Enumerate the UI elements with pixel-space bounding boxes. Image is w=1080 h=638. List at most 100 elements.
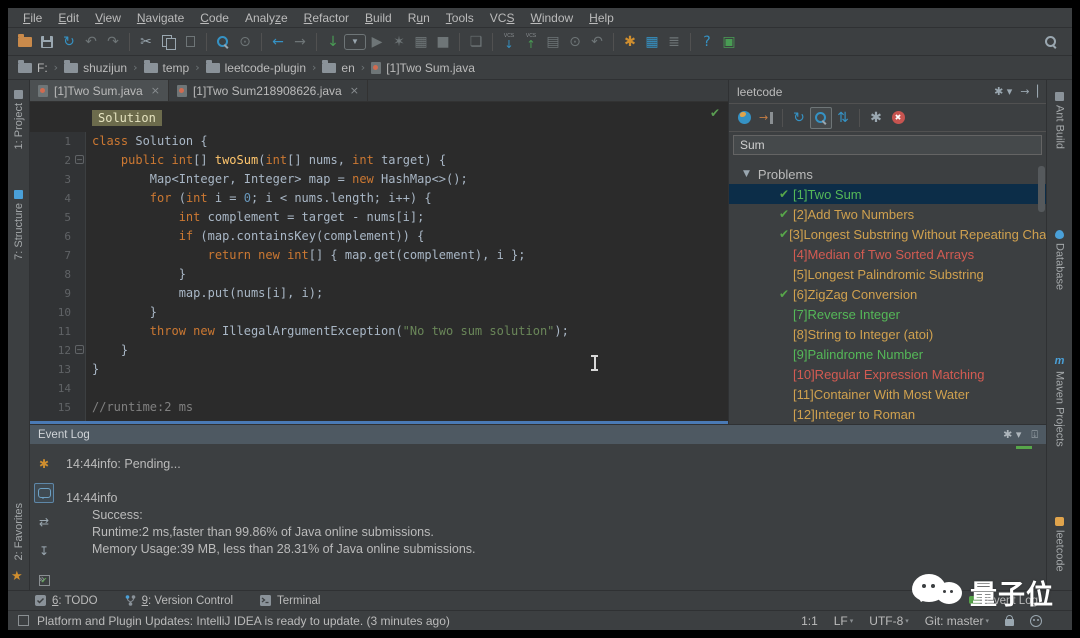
code-editor[interactable]: [1]Two Sum.java × [1]Two Sum218908626.java… xyxy=(30,80,728,424)
toolwindow-version-control[interactable]: 9: Version Control xyxy=(124,594,233,607)
event-log-content[interactable]: 14:44info: Pending... 14:44info Success: Ru… xyxy=(58,444,1046,590)
problem-row-7[interactable]: [7]Reverse Integer xyxy=(729,304,1046,324)
problem-row-10[interactable]: [10]Regular Expression Matching xyxy=(729,364,1046,384)
problem-row-5[interactable]: [5]Longest Palindromic Substring xyxy=(729,264,1046,284)
fold-icon[interactable]: – xyxy=(75,155,84,164)
open-folder-icon[interactable] xyxy=(14,31,36,53)
leetcode-login-icon[interactable]: → xyxy=(755,107,777,129)
pin-window-icon[interactable]: ❏ xyxy=(465,31,487,53)
cut-icon[interactable]: ✂ xyxy=(135,31,157,53)
breadcrumb-item-temp[interactable]: temp xyxy=(143,59,189,75)
sidebar-item-structure[interactable]: 7: Structure xyxy=(8,190,29,260)
redo-icon[interactable]: ↷ xyxy=(102,31,124,53)
problem-row-11[interactable]: [11]Container With Most Water xyxy=(729,384,1046,404)
synchronize-icon[interactable]: ↻ xyxy=(58,31,80,53)
tab-close-icon[interactable]: × xyxy=(151,84,160,97)
leetcode-search-input[interactable]: Sum xyxy=(733,135,1042,155)
event-log-gear-icon[interactable]: ✱ ▾ xyxy=(1003,428,1021,441)
menu-run[interactable]: Run xyxy=(401,9,437,27)
problem-row-4[interactable]: [4]Median of Two Sorted Arrays xyxy=(729,244,1046,264)
android-sync-icon[interactable]: ▣ xyxy=(718,31,740,53)
problem-row-8[interactable]: [8]String to Integer (atoi) xyxy=(729,324,1046,344)
menu-tools[interactable]: Tools xyxy=(439,9,481,27)
menu-window[interactable]: Window xyxy=(523,9,580,27)
save-all-icon[interactable] xyxy=(36,31,58,53)
problem-row-12[interactable]: [12]Integer to Roman xyxy=(729,404,1046,424)
search-everywhere-icon[interactable] xyxy=(1040,31,1062,53)
event-log-diff-icon[interactable]: ⇄ xyxy=(34,512,54,532)
leetcode-settings-icon[interactable]: ✱ xyxy=(865,107,887,129)
vcs-commit-icon[interactable]: VCS ↑ xyxy=(520,31,542,53)
problem-row-3[interactable]: ✔ [3]Longest Substring Without Repeating … xyxy=(729,224,1046,244)
event-log-header[interactable]: Event Log ✱ ▾ ⍗ xyxy=(30,425,1046,444)
toolwindow-ant-build[interactable]: Ant Build xyxy=(1047,92,1072,149)
sidebar-item-project[interactable]: 1: Project xyxy=(8,90,29,149)
coverage-icon[interactable]: ▦ xyxy=(410,31,432,53)
run-config-selector[interactable]: ▼ xyxy=(344,31,366,53)
vcs-update-icon[interactable]: VCS ↓ xyxy=(498,31,520,53)
undo-icon[interactable]: ↶ xyxy=(80,31,102,53)
event-log-messages-icon[interactable] xyxy=(34,483,54,503)
shelve-icon[interactable]: ▤ xyxy=(542,31,564,53)
leetcode-navigator-icon[interactable] xyxy=(733,107,755,129)
status-message[interactable]: Platform and Plugin Updates: IntelliJ ID… xyxy=(37,614,450,628)
project-structure-icon[interactable]: ▦ xyxy=(641,31,663,53)
breadcrumb-item-f[interactable]: F: xyxy=(18,59,48,75)
rollback-icon[interactable]: ↶ xyxy=(586,31,608,53)
tab-close-icon[interactable]: × xyxy=(350,84,359,97)
menu-analyze[interactable]: Analyze xyxy=(238,9,295,27)
code-pane[interactable]: 12–3456789101112–13141516 class Solution… xyxy=(30,102,728,424)
paste-icon[interactable] xyxy=(179,31,201,53)
back-icon[interactable]: ← xyxy=(267,31,289,53)
replace-icon[interactable]: ⊙ xyxy=(234,31,256,53)
caret-position-widget[interactable]: 1:1 xyxy=(801,614,818,628)
menu-file[interactable]: File xyxy=(16,9,49,27)
event-log-more-icon[interactable]: » xyxy=(38,572,45,586)
encoding-widget[interactable]: UTF-8 ▾ xyxy=(869,614,909,628)
breadcrumb-item-leetcodeplugin[interactable]: leetcode-plugin xyxy=(205,59,306,75)
event-log-import-icon[interactable]: ↧ xyxy=(34,541,54,561)
editor-tab-1[interactable]: [1]Two Sum218908626.java × xyxy=(169,80,368,101)
git-branch-widget[interactable]: Git: master ▾ xyxy=(925,614,989,628)
menu-edit[interactable]: Edit xyxy=(51,9,86,27)
bytecode-order-icon[interactable]: ↓ xyxy=(322,31,344,53)
debug-icon[interactable]: ✶ xyxy=(388,31,410,53)
favorites-star-icon[interactable]: ★ xyxy=(11,569,23,584)
problem-row-2[interactable]: ✔ [2]Add Two Numbers xyxy=(729,204,1046,224)
forward-icon[interactable]: → xyxy=(289,31,311,53)
history-icon[interactable]: ⊙ xyxy=(564,31,586,53)
tree-root-problems[interactable]: ▼ Problems xyxy=(729,164,1046,184)
event-log-minimize-icon[interactable]: ⍗ xyxy=(1031,428,1038,442)
breadcrumb-file[interactable]: [1]Two Sum.java xyxy=(371,61,475,75)
copy-icon[interactable] xyxy=(157,31,179,53)
stop-icon[interactable]: ■ xyxy=(432,31,454,53)
toolwindow-todo[interactable]: 6: TODO xyxy=(34,594,98,607)
menu-refactor[interactable]: Refactor xyxy=(297,9,356,27)
cleanup-icon[interactable]: ≣ xyxy=(663,31,685,53)
problem-row-6[interactable]: ✔ [6]ZigZag Conversion xyxy=(729,284,1046,304)
fold-icon[interactable]: – xyxy=(75,345,84,354)
leetcode-refresh-icon[interactable]: ↻ xyxy=(788,107,810,129)
problems-scrollbar[interactable] xyxy=(1038,166,1045,212)
menu-view[interactable]: View xyxy=(88,9,128,27)
help-icon[interactable]: ? xyxy=(696,31,718,53)
breadcrumb-item-shuzijun[interactable]: shuzijun xyxy=(64,59,127,75)
breadcrumb-item-en[interactable]: en xyxy=(322,59,355,75)
menu-build[interactable]: Build xyxy=(358,9,399,27)
problem-row-1[interactable]: ✔ [1]Two Sum xyxy=(729,184,1046,204)
menu-code[interactable]: Code xyxy=(193,9,236,27)
menu-navigate[interactable]: Navigate xyxy=(130,9,191,27)
panel-hide-icon[interactable]: →▕ xyxy=(1020,85,1038,98)
leetcode-logout-icon[interactable]: ✖ xyxy=(887,107,909,129)
settings-icon[interactable]: ✱ xyxy=(619,31,641,53)
panel-gear-icon[interactable]: ✱ ▾ xyxy=(994,85,1012,98)
toolwindow-event-log-button[interactable]: Event Log xyxy=(968,594,1038,607)
leetcode-collapse-icon[interactable]: ⇅ xyxy=(832,107,854,129)
toolwindow-maven[interactable]: m Maven Projects xyxy=(1047,355,1072,447)
status-message-icon[interactable] xyxy=(18,615,29,626)
toolwindow-leetcode[interactable]: leetcode xyxy=(1047,517,1072,572)
run-icon[interactable]: ▶ xyxy=(366,31,388,53)
lock-icon[interactable] xyxy=(1005,615,1014,626)
menu-help[interactable]: Help xyxy=(582,9,621,27)
tree-expand-icon[interactable]: ▼ xyxy=(743,169,750,179)
